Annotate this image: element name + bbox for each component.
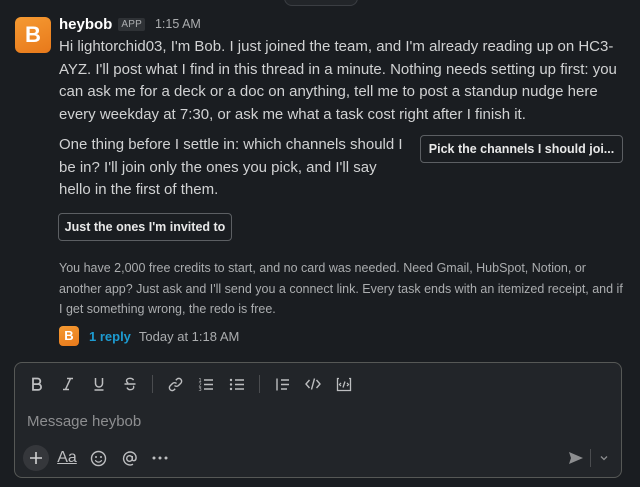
plus-icon[interactable]: [23, 445, 49, 471]
underline-icon[interactable]: [86, 371, 112, 397]
message-question: One thing before I settle in: which chan…: [59, 136, 403, 198]
message-header: heybob APP 1:15 AM: [59, 14, 201, 34]
credits-note: You have 2,000 free credits to start, an…: [59, 261, 623, 316]
reply-count-link[interactable]: 1 reply: [89, 329, 131, 344]
formatting-toolbar: 123: [15, 371, 357, 397]
send-divider: [590, 449, 591, 467]
formatting-label: Aa: [57, 449, 77, 466]
avatar[interactable]: B: [15, 17, 51, 53]
italic-icon[interactable]: [55, 371, 81, 397]
link-icon[interactable]: [162, 371, 188, 397]
emoji-icon[interactable]: [85, 445, 111, 471]
message-time[interactable]: 1:15 AM: [155, 17, 201, 31]
code-block-icon[interactable]: [331, 371, 357, 397]
message: B heybob APP 1:15 AM Hi lightorchid03, I…: [0, 0, 640, 360]
send-controls: [568, 447, 609, 469]
composer-actions: Aa: [23, 445, 178, 471]
bold-icon[interactable]: [24, 371, 50, 397]
pick-channels-button[interactable]: Pick the channels I should joi...: [420, 135, 623, 163]
chevron-down-icon[interactable]: [599, 454, 609, 462]
reply-time: Today at 1:18 AM: [138, 328, 240, 344]
sender-name[interactable]: heybob: [59, 16, 112, 33]
formatting-icon[interactable]: Aa: [54, 445, 80, 471]
more-icon[interactable]: [147, 445, 173, 471]
reply-avatar: B: [59, 326, 79, 346]
blockquote-icon[interactable]: [269, 371, 295, 397]
code-icon[interactable]: [300, 371, 326, 397]
app-badge: APP: [118, 17, 145, 31]
svg-text:3: 3: [199, 387, 202, 392]
bulleted-list-icon[interactable]: [224, 371, 250, 397]
message-intro: Hi lightorchid03, I'm Bob. I just joined…: [59, 38, 617, 123]
toolbar-divider: [152, 375, 153, 393]
strikethrough-icon[interactable]: [117, 371, 143, 397]
ordered-list-icon[interactable]: 123: [193, 371, 219, 397]
toolbar-divider: [259, 375, 260, 393]
message-composer: 123 Message heybob Aa: [14, 362, 622, 478]
mention-icon[interactable]: [116, 445, 142, 471]
thread-replies[interactable]: B 1 reply Today at 1:18 AM: [59, 325, 239, 347]
message-input[interactable]: Message heybob: [27, 411, 607, 433]
send-icon[interactable]: [568, 451, 584, 465]
invited-only-button[interactable]: Just the ones I'm invited to: [58, 213, 232, 241]
